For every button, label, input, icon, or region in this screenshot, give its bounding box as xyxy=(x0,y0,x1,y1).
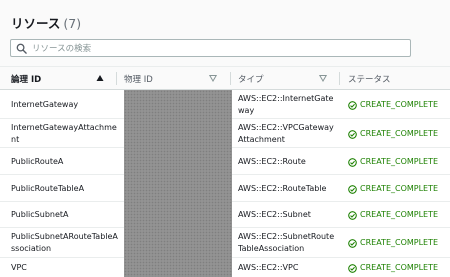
type-cell: AWS::EC2::VPC xyxy=(238,263,299,272)
status-text: CREATE_COMPLETE xyxy=(360,263,439,272)
type-cell: AWS::EC2::VPCGatewayAttachment xyxy=(238,123,334,144)
status-cell: CREATE_COMPLETE xyxy=(348,209,448,221)
sort-unsorted-icon[interactable] xyxy=(319,74,327,82)
page-title: リソース (7) xyxy=(11,13,81,32)
success-check-icon xyxy=(348,100,357,110)
status-text: CREATE_COMPLETE xyxy=(360,129,439,138)
title-text: リソース xyxy=(11,16,61,31)
search-icon xyxy=(16,43,27,54)
redacted-physical-id-column xyxy=(124,90,232,277)
type-cell: AWS::EC2::RouteTable xyxy=(238,184,327,193)
status-cell: CREATE_COMPLETE xyxy=(348,99,448,111)
search-placeholder: リソースの検索 xyxy=(32,44,92,54)
status-text: CREATE_COMPLETE xyxy=(360,100,439,109)
success-check-icon xyxy=(348,184,357,194)
success-check-icon xyxy=(348,157,357,167)
status-text: CREATE_COMPLETE xyxy=(360,210,439,219)
type-cell: AWS::EC2::InternetGateway xyxy=(238,94,334,115)
success-check-icon xyxy=(348,210,357,220)
column-divider xyxy=(116,72,117,85)
logical-id-cell: PublicRouteA xyxy=(11,157,64,166)
logical-id-cell: PublicRouteTableA xyxy=(11,184,85,193)
success-check-icon xyxy=(348,129,357,139)
table-header: 論理 ID 物理 ID タイプ ステータス xyxy=(0,66,450,90)
status-cell: CREATE_COMPLETE xyxy=(348,156,448,168)
search-bar: リソースの検索 xyxy=(0,36,450,66)
status-cell: CREATE_COMPLETE xyxy=(348,262,448,274)
column-header-status[interactable]: ステータス xyxy=(348,67,391,90)
logical-id-cell: PublicSubnetARouteTableAssociation xyxy=(11,232,118,253)
column-header-type[interactable]: タイプ xyxy=(238,67,264,90)
status-cell: CREATE_COMPLETE xyxy=(348,183,448,195)
success-check-icon xyxy=(348,238,357,248)
resources-header: リソース (7) xyxy=(0,0,450,38)
logical-id-cell: VPC xyxy=(11,263,27,272)
type-cell: AWS::EC2::Route xyxy=(238,157,306,166)
column-divider xyxy=(230,72,231,85)
resource-count: (7) xyxy=(63,16,82,31)
status-text: CREATE_COMPLETE xyxy=(360,157,439,166)
search-input[interactable]: リソースの検索 xyxy=(10,39,411,57)
logical-id-cell: PublicSubnetA xyxy=(11,210,69,219)
sort-ascending-icon[interactable] xyxy=(96,74,104,82)
logical-id-cell: InternetGatewayAttachment xyxy=(11,123,117,144)
status-text: CREATE_COMPLETE xyxy=(360,238,439,247)
status-cell: CREATE_COMPLETE xyxy=(348,237,448,249)
column-header-logical-id[interactable]: 論理 ID xyxy=(11,67,41,90)
sort-unsorted-icon[interactable] xyxy=(209,74,217,82)
column-divider xyxy=(339,72,340,85)
success-check-icon xyxy=(348,263,357,273)
status-cell: CREATE_COMPLETE xyxy=(348,128,448,140)
type-cell: AWS::EC2::SubnetRouteTableAssociation xyxy=(238,232,335,253)
status-text: CREATE_COMPLETE xyxy=(360,184,439,193)
column-header-physical-id[interactable]: 物理 ID xyxy=(124,67,153,90)
logical-id-cell: InternetGateway xyxy=(11,100,79,109)
type-cell: AWS::EC2::Subnet xyxy=(238,210,311,219)
